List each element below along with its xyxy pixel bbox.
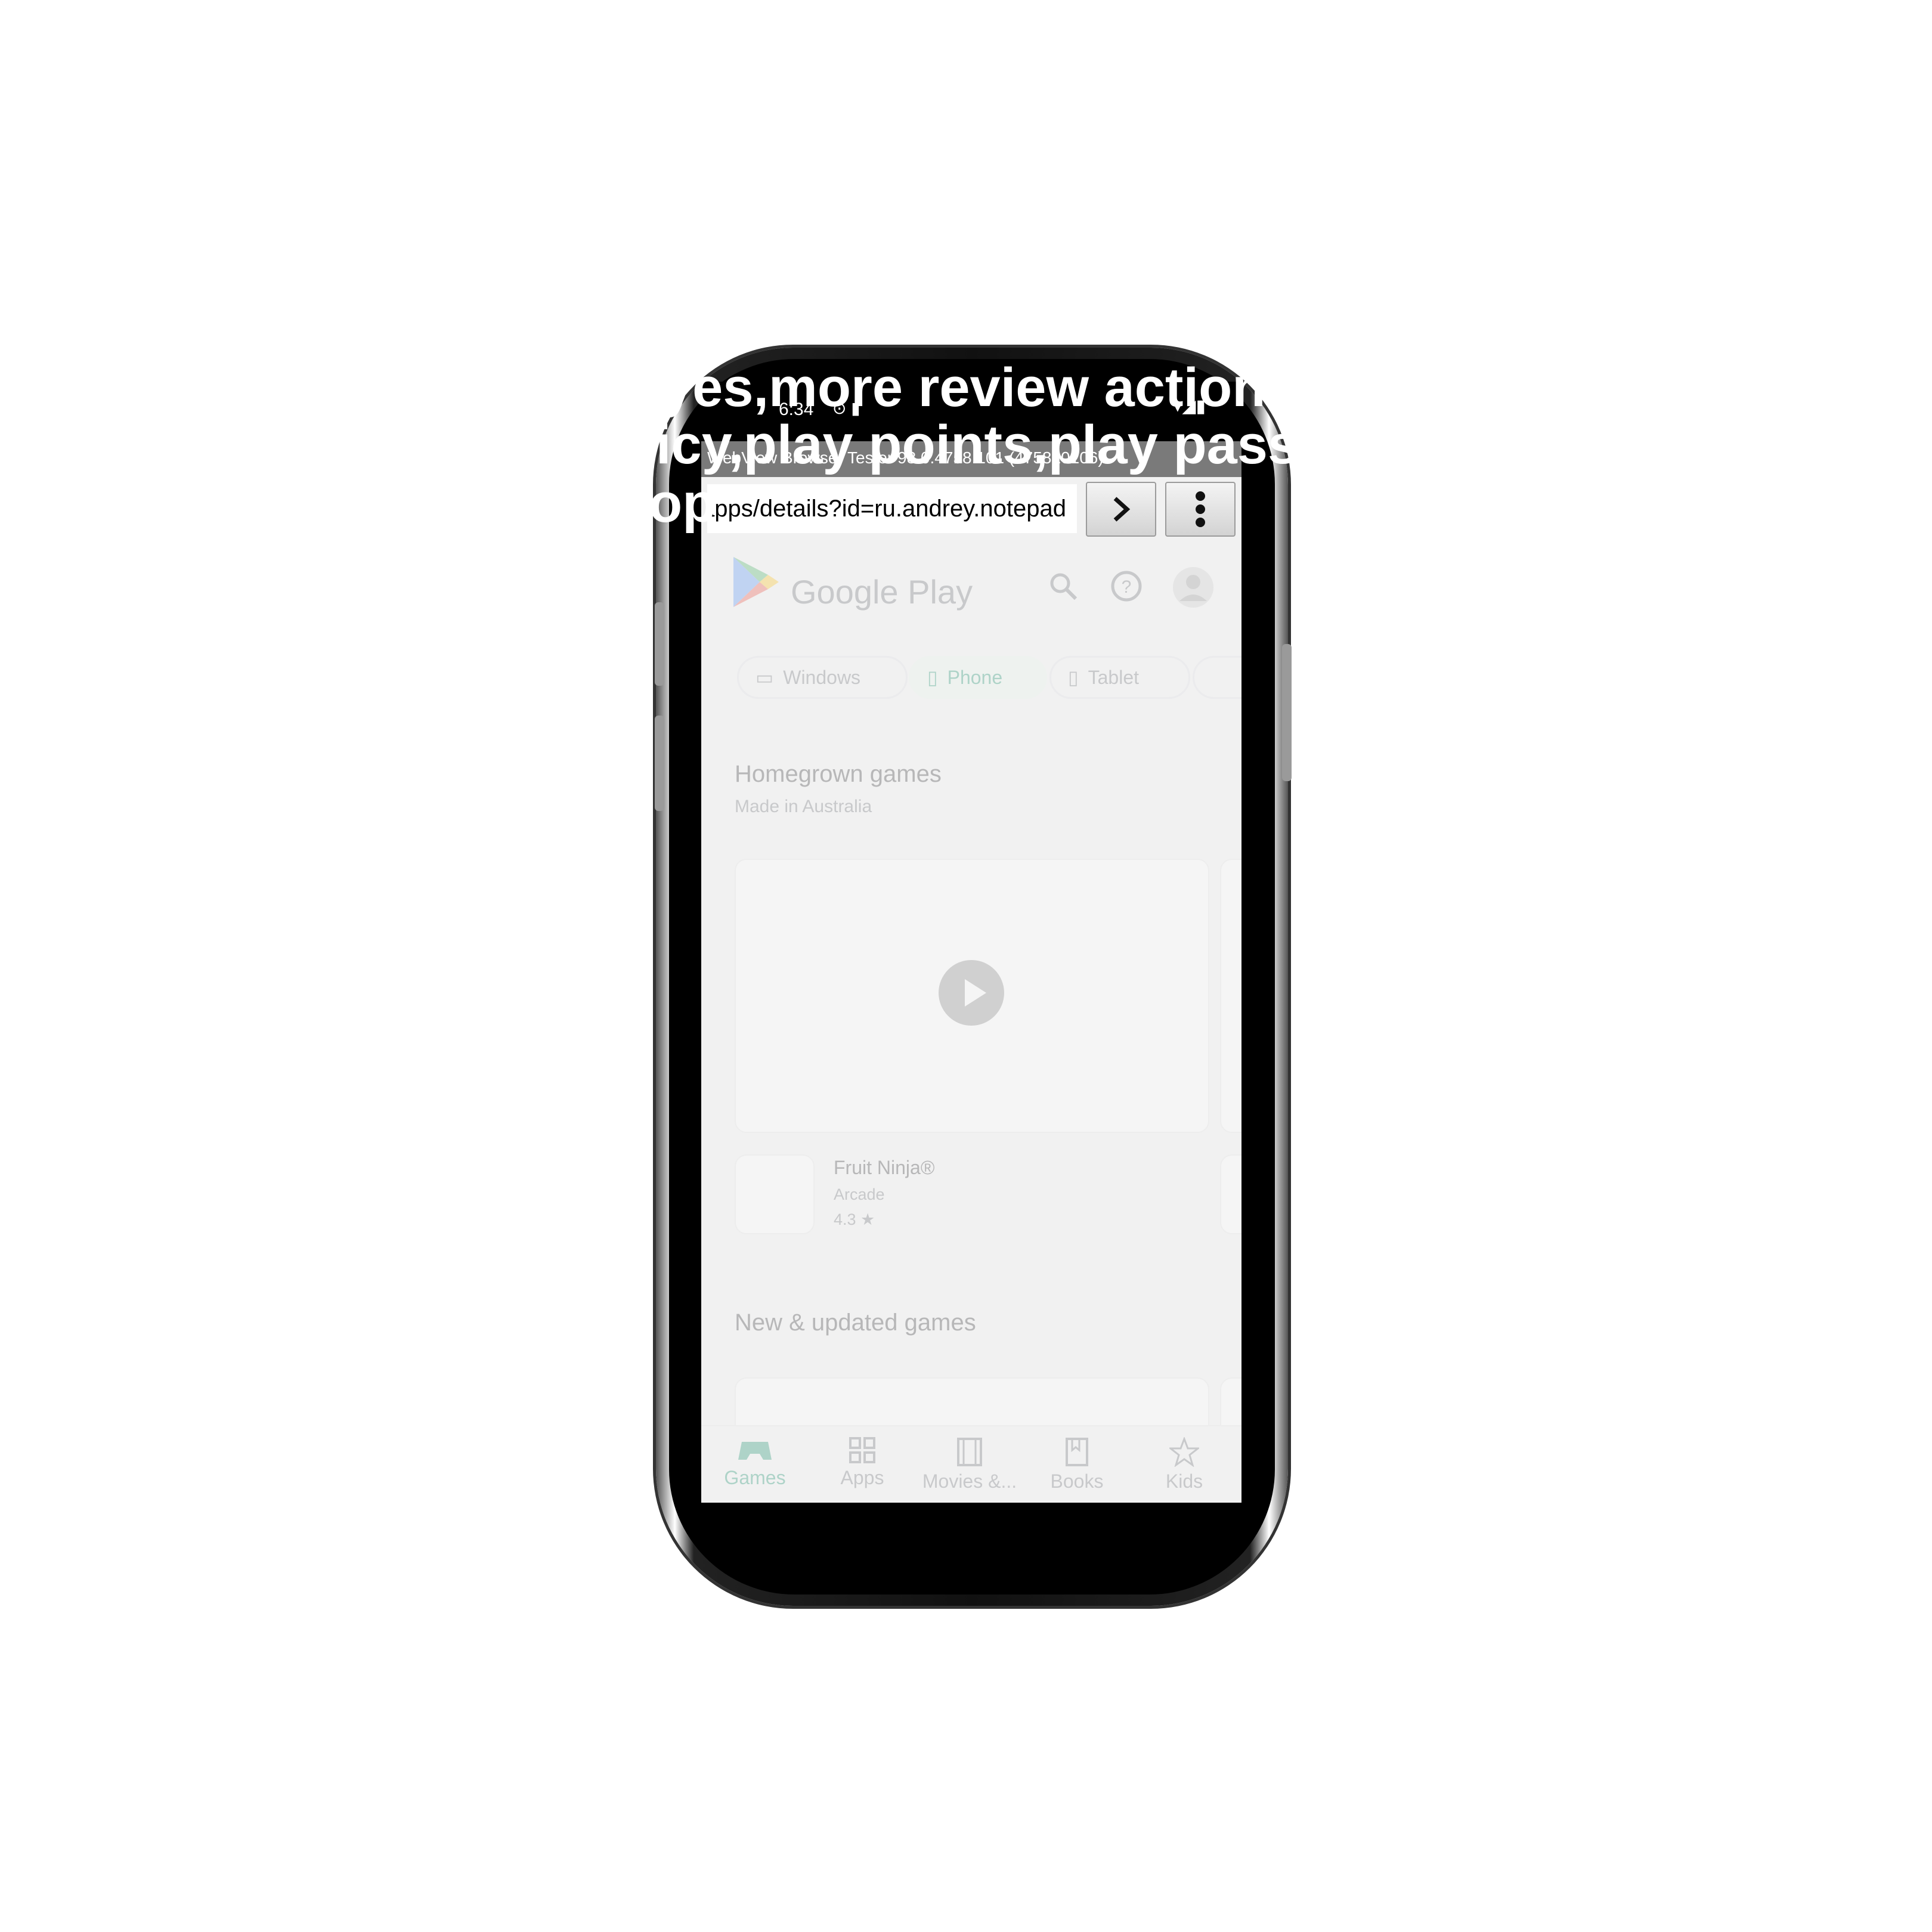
gamepad-icon: [738, 1442, 772, 1460]
url-input[interactable]: https://play.google.com/store/apps/detai…: [707, 484, 1077, 533]
nav-label-kids: Kids: [1165, 1470, 1203, 1492]
nav-kids[interactable]: Kids: [1131, 1437, 1238, 1493]
app-rating: 4.3 ★: [834, 1210, 875, 1228]
film-icon: [957, 1438, 982, 1466]
monitor-icon: ▭: [756, 667, 774, 688]
nav-label-apps: Apps: [840, 1467, 884, 1488]
overlay-text-line-1-content: ...er services,movies: [722, 297, 1246, 330]
tablet-icon: ▯: [1068, 667, 1079, 688]
chevron-right-icon: [1113, 497, 1131, 522]
next-game-card[interactable]: [1220, 859, 1241, 1133]
overlay-text-line-4: op: [649, 473, 716, 534]
chip-phone[interactable]: ▯ Phone: [909, 656, 1047, 699]
chip-label-phone: Phone: [947, 666, 1003, 688]
section-title-new-updated: New & updated games: [735, 1309, 976, 1336]
chip-more[interactable]: [1193, 656, 1241, 699]
next-app-icon[interactable]: [1220, 1154, 1241, 1234]
app-name[interactable]: Fruit Ninja®: [834, 1157, 934, 1179]
chip-label-tablet: Tablet: [1088, 666, 1139, 688]
volume-up-button: [655, 602, 664, 686]
star-icon: [1169, 1437, 1199, 1467]
svg-text:?: ?: [1122, 577, 1132, 597]
overlay-text-line-1: ...er services,movies: [722, 297, 1246, 345]
book-icon: [1066, 1438, 1088, 1466]
nav-games[interactable]: Games: [701, 1437, 809, 1489]
search-icon[interactable]: [1048, 571, 1078, 601]
chip-windows[interactable]: ▭ Windows: [737, 656, 908, 699]
overflow-menu-button[interactable]: [1165, 482, 1236, 537]
account-avatar-icon[interactable]: [1172, 566, 1214, 608]
google-play-logo-icon[interactable]: [731, 555, 781, 609]
apps-grid-icon: [849, 1437, 875, 1463]
chip-tablet[interactable]: ▯ Tablet: [1049, 656, 1190, 699]
overlay-text-line-3: icy,play points,play pass: [656, 414, 1299, 475]
nav-label-books: Books: [1050, 1470, 1104, 1492]
nav-movies[interactable]: Movies &...: [916, 1437, 1023, 1493]
more-vert-icon: [1196, 491, 1205, 527]
chip-label-windows: Windows: [783, 666, 861, 688]
section-title-homegrown: Homegrown games: [735, 761, 942, 787]
app-icon-fruit-ninja[interactable]: [735, 1154, 815, 1234]
go-button[interactable]: [1086, 482, 1156, 537]
section-subtitle-homegrown: Made in Australia: [735, 797, 872, 816]
app-category: Arcade: [834, 1185, 885, 1203]
nav-apps[interactable]: Apps: [809, 1437, 916, 1489]
overlay-text-line-2: yes,more review action: [662, 357, 1266, 418]
phone-icon: ▯: [927, 667, 938, 688]
power-button: [1282, 644, 1292, 781]
nav-label-games: Games: [724, 1467, 786, 1488]
phone-screen: 6:34 ⊙ ▮ ▾◢▮ WebView Browser Tester 98.0…: [701, 382, 1241, 1503]
help-icon[interactable]: ?: [1110, 570, 1143, 602]
nav-label-movies: Movies &...: [922, 1470, 1017, 1492]
google-play-brand: Google Play: [791, 573, 973, 611]
play-video-icon[interactable]: [939, 960, 1004, 1026]
nav-books[interactable]: Books: [1023, 1437, 1131, 1493]
volume-down-button: [655, 716, 664, 811]
